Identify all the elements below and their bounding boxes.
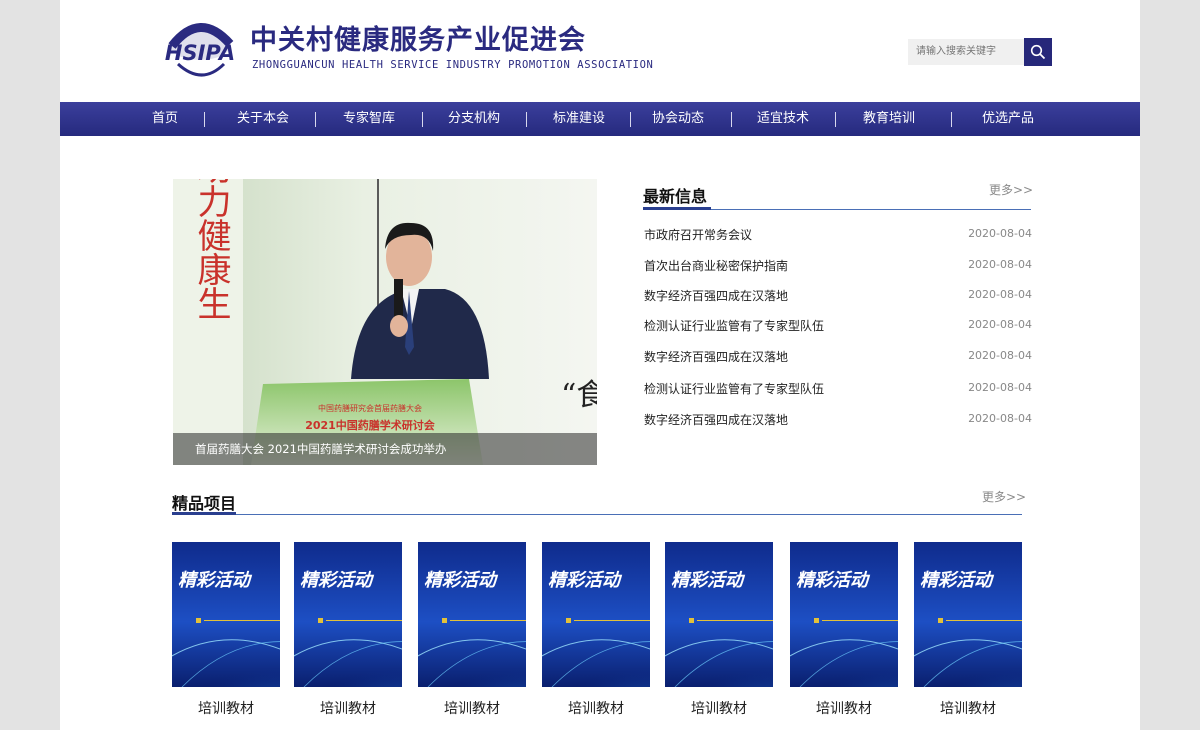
- products-section-title: 精品项目: [172, 494, 237, 513]
- search-icon: [1030, 44, 1046, 60]
- news-item[interactable]: 数字经济百强四成在汉落地 2020-08-04: [644, 348, 1032, 368]
- news-title: 首次出台商业秘密保护指南: [644, 259, 789, 273]
- nav-item-news[interactable]: 协会动态: [652, 102, 704, 136]
- product-cover-text: 精彩活动: [424, 570, 499, 591]
- news-item[interactable]: 市政府召开常务会议 2020-08-04: [644, 226, 1032, 246]
- nav-divider: [731, 112, 732, 127]
- product-cover-image: 精彩活动: [418, 542, 526, 687]
- product-label: 培训教材: [444, 701, 500, 717]
- products-more-link[interactable]: 更多>>: [982, 488, 1026, 505]
- product-cover-text: 精彩活动: [300, 570, 375, 591]
- nav-divider: [315, 112, 316, 127]
- product-label: 培训教材: [320, 701, 376, 717]
- news-item[interactable]: 检测认证行业监管有了专家型队伍 2020-08-04: [644, 380, 1032, 400]
- slide-caption[interactable]: 首届药膳大会 2021中国药膳学术研讨会成功举办: [173, 433, 597, 465]
- product-cover-image: 精彩活动: [914, 542, 1022, 687]
- product-cover-text: 精彩活动: [796, 570, 871, 591]
- products-divider: [172, 514, 1022, 515]
- news-item[interactable]: 数字经济百强四成在汉落地 2020-08-04: [644, 411, 1032, 431]
- featured-slide[interactable]: 助力健康生 “食 中国药膳研究会首届药膳大会 2021中国药膳学术研讨会 首届药…: [173, 179, 597, 465]
- news-more-link[interactable]: 更多>>: [989, 181, 1033, 198]
- nav-divider: [526, 112, 527, 127]
- product-cover-text: 精彩活动: [920, 570, 995, 591]
- nav-divider: [204, 112, 205, 127]
- search-input[interactable]: [908, 39, 1024, 65]
- org-name: 中关村健康服务产业促进会: [250, 25, 586, 56]
- nav-divider: [630, 112, 631, 127]
- podium-banner-big: 2021中国药膳学术研讨会: [305, 418, 436, 432]
- page: HSIPA 中关村健康服务产业促进会 ZHONGGUANCUN HEALTH S…: [60, 0, 1140, 730]
- nav-item-home[interactable]: 首页: [152, 102, 178, 136]
- product-cover-image: 精彩活动: [665, 542, 773, 687]
- news-date: 2020-08-04: [968, 288, 1032, 301]
- org-name-en: ZHONGGUANCUN HEALTH SERVICE INDUSTRY PRO…: [252, 59, 654, 71]
- product-card[interactable]: 精彩活动培训教材: [172, 542, 280, 717]
- news-title: 检测认证行业监管有了专家型队伍: [644, 382, 825, 396]
- product-label: 培训教材: [940, 701, 996, 717]
- product-label: 培训教材: [198, 701, 254, 717]
- nav-divider: [835, 112, 836, 127]
- news-item[interactable]: 检测认证行业监管有了专家型队伍 2020-08-04: [644, 317, 1032, 337]
- product-card[interactable]: 精彩活动培训教材: [294, 542, 402, 717]
- nav-item-education[interactable]: 教育培训: [863, 102, 915, 136]
- news-date: 2020-08-04: [968, 318, 1032, 331]
- nav-item-standards[interactable]: 标准建设: [553, 102, 605, 136]
- news-item[interactable]: 首次出台商业秘密保护指南 2020-08-04: [644, 257, 1032, 277]
- search-button[interactable]: [1024, 38, 1052, 66]
- nav-item-experts[interactable]: 专家智库: [343, 102, 395, 136]
- news-title-underline: [643, 207, 711, 210]
- product-cover-text: 精彩活动: [548, 570, 623, 591]
- product-cover-image: 精彩活动: [790, 542, 898, 687]
- product-card[interactable]: 精彩活动培训教材: [665, 542, 773, 717]
- product-cover-image: 精彩活动: [294, 542, 402, 687]
- news-title: 市政府召开常务会议: [644, 228, 753, 242]
- product-cover-image: 精彩活动: [542, 542, 650, 687]
- nav-item-technology[interactable]: 适宜技术: [757, 102, 809, 136]
- news-title: 检测认证行业监管有了专家型队伍: [644, 319, 825, 333]
- product-label: 培训教材: [816, 701, 872, 717]
- news-date: 2020-08-04: [968, 381, 1032, 394]
- news-title: 数字经济百强四成在汉落地: [644, 289, 789, 303]
- logo-text: HSIPA: [165, 41, 235, 65]
- news-title: 数字经济百强四成在汉落地: [644, 350, 789, 364]
- main-nav: 首页 关于本会 专家智库 分支机构 标准建设 协会动态 适宜技术 教育培训 优选…: [60, 102, 1140, 136]
- nav-divider: [951, 112, 952, 127]
- news-date: 2020-08-04: [968, 258, 1032, 271]
- product-card[interactable]: 精彩活动培训教材: [790, 542, 898, 717]
- products-title-underline: [172, 512, 236, 515]
- news-item[interactable]: 数字经济百强四成在汉落地 2020-08-04: [644, 287, 1032, 307]
- news-title: 数字经济百强四成在汉落地: [644, 413, 789, 427]
- product-card[interactable]: 精彩活动培训教材: [914, 542, 1022, 717]
- slide-photo: 助力健康生 “食 中国药膳研究会首届药膳大会 2021中国药膳学术研讨会: [173, 179, 597, 465]
- product-label: 培训教材: [568, 701, 624, 717]
- nav-divider: [422, 112, 423, 127]
- nav-item-products[interactable]: 优选产品: [982, 102, 1034, 136]
- news-date: 2020-08-04: [968, 412, 1032, 425]
- news-section-title: 最新信息: [643, 187, 708, 206]
- product-cover-text: 精彩活动: [671, 570, 746, 591]
- product-cover-text: 精彩活动: [178, 570, 253, 591]
- news-date: 2020-08-04: [968, 349, 1032, 362]
- product-card[interactable]: 精彩活动培训教材: [418, 542, 526, 717]
- hsipa-logo-icon[interactable]: HSIPA: [158, 16, 242, 82]
- nav-item-about[interactable]: 关于本会: [237, 102, 289, 136]
- product-cover-image: 精彩活动: [172, 542, 280, 687]
- product-label: 培训教材: [691, 701, 747, 717]
- podium-banner-small: 中国药膳研究会首届药膳大会: [318, 403, 422, 413]
- product-card[interactable]: 精彩活动培训教材: [542, 542, 650, 717]
- wall-quote: “食: [561, 378, 597, 413]
- nav-item-branches[interactable]: 分支机构: [448, 102, 500, 136]
- wall-text: 助力健康生: [191, 179, 231, 320]
- news-date: 2020-08-04: [968, 227, 1032, 240]
